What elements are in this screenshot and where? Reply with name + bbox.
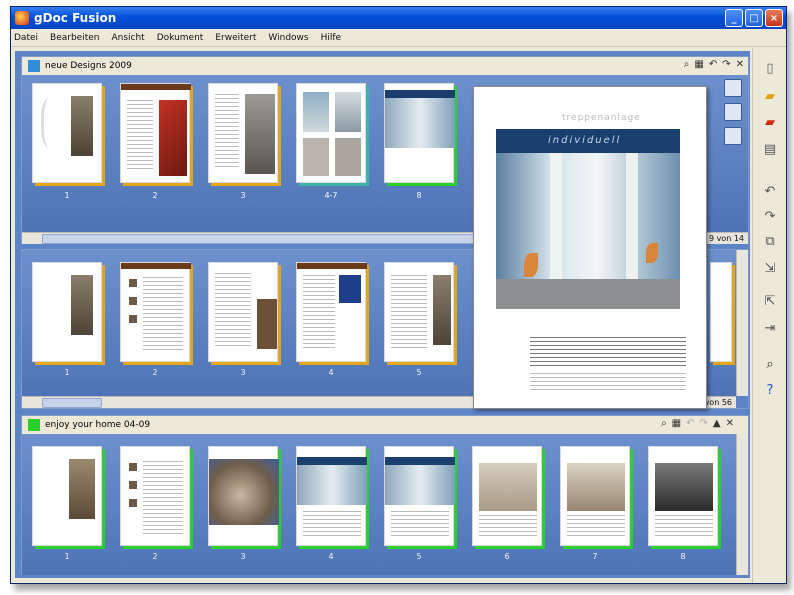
import-icon[interactable]: ⇱ <box>762 293 778 309</box>
page-thumbnail[interactable] <box>120 83 191 183</box>
thumbnail-view-button[interactable] <box>724 127 742 145</box>
page-label: 4-7 <box>324 191 338 200</box>
page-thumbnail[interactable] <box>384 262 454 362</box>
page-thumbnail[interactable] <box>472 446 542 546</box>
menu-datei[interactable]: Datei <box>14 33 38 43</box>
page-thumbnail[interactable] <box>710 262 732 362</box>
menu-bar: Datei Bearbeiten Ansicht Dokument Erweit… <box>11 29 786 47</box>
page-label: 5 <box>416 368 422 377</box>
page-thumbnail[interactable] <box>296 83 366 183</box>
page-thumbnail[interactable] <box>648 446 718 546</box>
page-thumbnail[interactable] <box>208 446 279 546</box>
menu-bearbeiten[interactable]: Bearbeiten <box>50 33 99 43</box>
page-counter: 9 von 14 <box>708 234 744 243</box>
menu-windows[interactable]: Windows <box>268 33 308 43</box>
page-thumbnail[interactable] <box>32 83 102 183</box>
page-label: 2 <box>152 191 158 200</box>
panel-pages: 1 2 3 4 <box>22 434 748 575</box>
menu-erweitert[interactable]: Erweitert <box>215 33 256 43</box>
panel-title: enjoy your home 04-09 <box>45 420 151 430</box>
redo-icon[interactable]: ↷ <box>700 418 708 429</box>
page-thumbnail[interactable] <box>208 83 278 183</box>
document-arrow-icon[interactable]: ⇥ <box>762 320 778 336</box>
preview-subline: individuell <box>548 135 622 146</box>
redo-icon[interactable]: ↷ <box>722 59 730 70</box>
scrollbar-thumb[interactable] <box>42 398 102 408</box>
panel-title: neue Designs 2009 <box>45 61 132 71</box>
panel-header: neue Designs 2009 ⌕ ▦ ↶ ↷ ✕ <box>22 57 748 75</box>
print-icon[interactable]: ▤ <box>762 141 778 157</box>
document-color-icon <box>28 60 40 72</box>
search-icon[interactable]: ⌕ <box>762 356 778 372</box>
page-thumbnail[interactable] <box>560 446 630 546</box>
page-label: 8 <box>680 552 686 561</box>
close-panel-icon[interactable]: ✕ <box>726 418 734 429</box>
window-title: gDoc Fusion <box>34 11 117 25</box>
preview-photo <box>496 153 680 309</box>
close-button[interactable]: × <box>765 9 783 27</box>
close-panel-icon[interactable]: ✕ <box>736 59 744 70</box>
page-thumbnail[interactable] <box>296 262 367 362</box>
page-thumbnail[interactable] <box>32 262 102 362</box>
page-thumbnail[interactable] <box>120 262 191 362</box>
close-folder-icon[interactable]: ▰ <box>762 114 778 130</box>
vertical-scrollbar[interactable] <box>736 250 748 396</box>
app-icon <box>15 11 29 25</box>
grid-icon[interactable]: ▦ <box>694 59 703 70</box>
page-label: 3 <box>240 552 246 561</box>
undo-icon[interactable]: ↶ <box>762 183 778 199</box>
preview-text-block <box>530 373 686 391</box>
page-label: 6 <box>504 552 510 561</box>
page-label: 7 <box>592 552 598 561</box>
page-label: 1 <box>64 191 70 200</box>
help-icon[interactable]: ? <box>762 382 778 398</box>
redo-icon[interactable]: ↷ <box>762 208 778 224</box>
page-thumbnail[interactable] <box>384 83 455 183</box>
preview-headline: treppenanlage <box>562 113 641 123</box>
new-document-icon[interactable]: ▯ <box>762 60 778 76</box>
menu-ansicht[interactable]: Ansicht <box>111 33 144 43</box>
page-thumbnail[interactable] <box>296 446 367 546</box>
page-label: 4 <box>328 368 334 377</box>
undo-icon[interactable]: ↶ <box>709 59 717 70</box>
page-label: 1 <box>64 368 70 377</box>
app-window: gDoc Fusion _ □ × Datei Bearbeiten Ansic… <box>10 6 787 584</box>
color-view-button[interactable] <box>724 103 742 121</box>
panel-header: enjoy your home 04-09 ⌕ ▦ ↶ ↷ ▲ ✕ <box>22 416 748 434</box>
single-page-view-button[interactable] <box>724 79 742 97</box>
document-color-icon <box>28 419 40 431</box>
page-label: 8 <box>416 191 422 200</box>
document-panel-3: enjoy your home 04-09 ⌕ ▦ ↶ ↷ ▲ ✕ 1 2 3 … <box>21 415 749 575</box>
page-label: 5 <box>416 552 422 561</box>
menu-hilfe[interactable]: Hilfe <box>321 33 341 43</box>
page-thumbnail[interactable] <box>208 262 278 362</box>
collapse-icon[interactable]: ▲ <box>713 418 721 429</box>
page-thumbnail[interactable] <box>120 446 190 546</box>
page-label: 3 <box>240 191 246 200</box>
menu-dokument[interactable]: Dokument <box>157 33 204 43</box>
maximize-button[interactable]: □ <box>745 9 763 27</box>
preview-text-block <box>530 337 686 369</box>
export-icon[interactable]: ⇲ <box>762 260 778 276</box>
find-icon[interactable]: ⌕ <box>661 418 667 429</box>
page-label: 1 <box>64 552 70 561</box>
title-bar[interactable]: gDoc Fusion _ □ × <box>11 7 786 29</box>
page-thumbnail[interactable] <box>384 446 455 546</box>
preview-banner: individuell <box>496 129 680 153</box>
open-folder-icon[interactable]: ▰ <box>762 88 778 104</box>
page-preview: treppenanlage individuell <box>473 86 707 409</box>
page-label: 3 <box>240 368 246 377</box>
grid-icon[interactable]: ▦ <box>672 418 681 429</box>
minimize-button[interactable]: _ <box>725 9 743 27</box>
page-label: 4 <box>328 552 334 561</box>
find-icon[interactable]: ⌕ <box>684 59 690 70</box>
page-label: 2 <box>152 368 158 377</box>
page-thumbnail[interactable] <box>32 446 102 546</box>
right-toolbar: ▯ ▰ ▰ ▤ ↶ ↷ ⧉ ⇲ ⇱ ⇥ ⌕ ? <box>752 48 786 583</box>
pages-icon[interactable]: ⧉ <box>762 233 778 249</box>
page-label: 2 <box>152 552 158 561</box>
vertical-scrollbar[interactable] <box>736 434 748 575</box>
undo-icon[interactable]: ↶ <box>686 418 694 429</box>
